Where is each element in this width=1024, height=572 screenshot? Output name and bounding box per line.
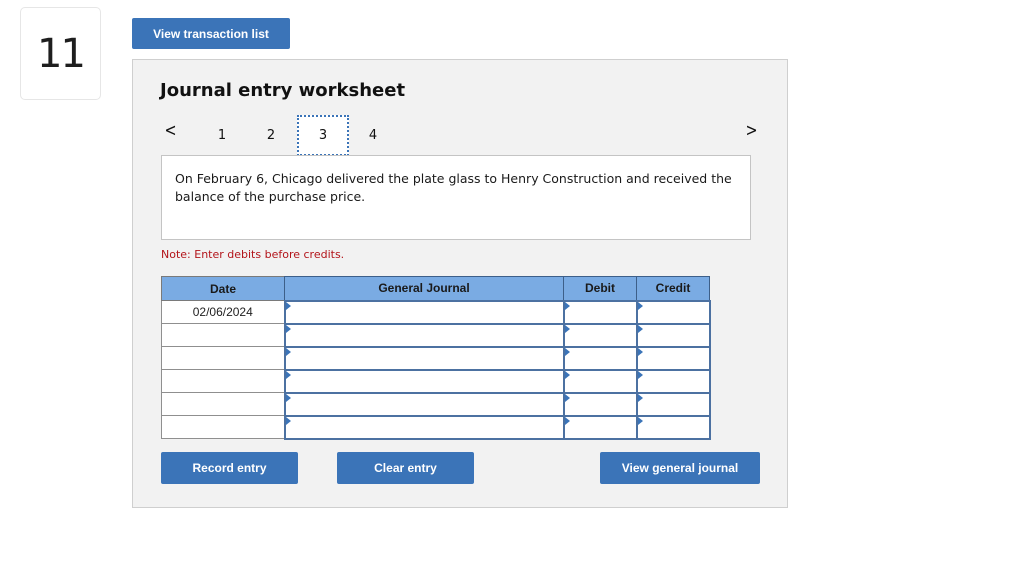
pager-page-2[interactable]: 2 (245, 115, 297, 156)
question-number: 11 (20, 7, 101, 100)
credit-input[interactable] (635, 414, 711, 440)
chevron-right-icon[interactable]: > (746, 120, 758, 141)
chevron-left-icon[interactable]: < (165, 120, 177, 141)
table-header-row: Date General Journal Debit Credit (161, 276, 710, 301)
table-row (161, 345, 711, 371)
debit-input[interactable] (562, 299, 638, 325)
worksheet-title: Journal entry worksheet (160, 80, 406, 101)
table-row (161, 368, 711, 394)
date-cell (161, 369, 285, 393)
header-credit: Credit (636, 276, 710, 301)
table-row (161, 391, 711, 417)
date-cell (161, 392, 285, 416)
credit-input[interactable] (635, 322, 711, 348)
pager-page-1[interactable]: 1 (196, 115, 248, 156)
credit-input[interactable] (635, 299, 711, 325)
account-input[interactable] (283, 299, 565, 325)
account-input[interactable] (283, 322, 565, 348)
clear-entry-button[interactable]: Clear entry (337, 452, 474, 484)
header-debit: Debit (563, 276, 637, 301)
account-input[interactable] (283, 414, 565, 440)
pager-page-4[interactable]: 4 (347, 115, 399, 156)
account-input[interactable] (283, 368, 565, 394)
date-cell (161, 323, 285, 347)
account-input[interactable] (283, 345, 565, 371)
transaction-description: On February 6, Chicago delivered the pla… (161, 155, 751, 240)
worksheet-pager: < 1 2 3 4 > (133, 115, 789, 160)
journal-entry-table: Date General Journal Debit Credit 02/06/… (161, 276, 711, 440)
table-row: 02/06/2024 (161, 299, 711, 325)
date-cell (161, 346, 285, 370)
debit-input[interactable] (562, 322, 638, 348)
credit-input[interactable] (635, 391, 711, 417)
header-date: Date (161, 276, 285, 301)
debit-input[interactable] (562, 345, 638, 371)
account-input[interactable] (283, 391, 565, 417)
journal-entry-worksheet-panel: Journal entry worksheet < 1 2 3 4 > On F… (132, 59, 788, 508)
view-general-journal-button[interactable]: View general journal (600, 452, 760, 484)
pager-page-3-current[interactable]: 3 (297, 115, 349, 156)
debit-input[interactable] (562, 391, 638, 417)
table-row (161, 322, 711, 348)
date-cell: 02/06/2024 (161, 300, 285, 324)
credit-input[interactable] (635, 368, 711, 394)
header-general-journal: General Journal (284, 276, 564, 301)
view-transaction-list-button[interactable]: View transaction list (132, 18, 290, 49)
debit-input[interactable] (562, 368, 638, 394)
debit-input[interactable] (562, 414, 638, 440)
record-entry-button[interactable]: Record entry (161, 452, 298, 484)
debits-note: Note: Enter debits before credits. (161, 248, 345, 261)
credit-input[interactable] (635, 345, 711, 371)
table-row (161, 414, 711, 440)
date-cell (161, 415, 285, 439)
